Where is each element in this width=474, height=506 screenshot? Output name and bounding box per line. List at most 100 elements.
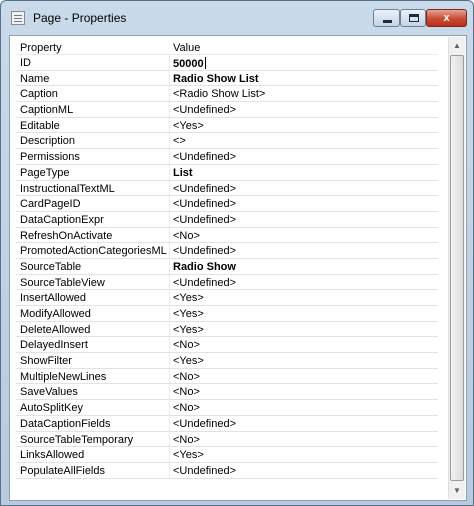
property-value[interactable]: <No> xyxy=(173,371,200,383)
property-value[interactable]: <No> xyxy=(173,402,200,414)
property-row[interactable]: DataCaptionExpr <Undefined> xyxy=(16,211,438,228)
property-value-text: <No> xyxy=(173,229,200,242)
property-value-text: <Undefined> xyxy=(173,198,236,211)
property-value[interactable]: <Yes> xyxy=(173,308,204,320)
title-bar[interactable]: Page - Properties x xyxy=(1,1,473,34)
properties-window-icon[interactable] xyxy=(11,11,25,25)
property-row[interactable]: InstructionalTextML <Undefined> xyxy=(16,180,438,197)
property-name: DataCaptionExpr xyxy=(20,213,104,226)
property-row[interactable]: InsertAllowed <Yes> xyxy=(16,290,438,306)
column-divider xyxy=(169,211,170,227)
column-header-property[interactable]: Property xyxy=(20,42,62,54)
minimize-button[interactable] xyxy=(373,9,400,27)
property-value-text: <No> xyxy=(173,370,200,383)
property-value[interactable]: <Radio Show List> xyxy=(173,88,265,100)
property-value[interactable]: <Yes> xyxy=(173,292,204,304)
column-divider xyxy=(169,274,170,290)
property-value-text: <Undefined> xyxy=(173,182,236,195)
property-row[interactable]: Caption <Radio Show List> xyxy=(16,86,438,103)
property-row[interactable]: PromotedActionCategoriesML <Undefined> xyxy=(16,243,438,259)
property-row[interactable]: DelayedInsert <No> xyxy=(16,337,438,354)
property-row[interactable]: PopulateAllFields <Undefined> xyxy=(16,462,438,479)
property-row[interactable]: MultipleNewLines <No> xyxy=(16,368,438,385)
column-divider xyxy=(169,415,170,431)
property-row[interactable]: PageType List xyxy=(16,164,438,181)
property-value-text: <Yes> xyxy=(173,292,204,305)
property-row[interactable]: DeleteAllowed <Yes> xyxy=(16,321,438,338)
maximize-icon xyxy=(409,14,419,22)
property-value[interactable]: <Yes> xyxy=(173,324,204,336)
property-row[interactable]: ID 50000 xyxy=(16,55,438,71)
vertical-scrollbar[interactable]: ▲ ▼ xyxy=(448,37,465,499)
column-divider xyxy=(169,462,170,478)
property-value[interactable]: <Undefined> xyxy=(173,277,236,289)
property-value[interactable]: <Undefined> xyxy=(173,465,236,477)
property-row[interactable]: Editable <Yes> xyxy=(16,117,438,134)
property-value-text: Radio Show List xyxy=(173,72,259,85)
property-value-text: <Undefined> xyxy=(173,213,236,226)
close-button[interactable]: x xyxy=(426,9,467,27)
column-divider xyxy=(169,86,170,102)
property-name: Editable xyxy=(20,119,60,132)
property-value-text: 50000 xyxy=(173,58,204,70)
property-value-text: <Undefined> xyxy=(173,245,236,258)
property-value-text: <Yes> xyxy=(173,308,204,320)
property-value[interactable]: Radio Show List xyxy=(173,73,259,85)
property-row[interactable]: ShowFilter <Yes> xyxy=(16,353,438,369)
column-divider xyxy=(169,290,170,305)
scroll-up-arrow-icon[interactable]: ▲ xyxy=(449,37,465,54)
property-value[interactable]: <No> xyxy=(173,386,200,398)
property-row[interactable]: SaveValues <No> xyxy=(16,384,438,401)
property-name: Name xyxy=(20,72,50,85)
property-value[interactable]: <Yes> xyxy=(173,355,204,367)
property-value[interactable]: <Undefined> xyxy=(173,104,236,116)
column-divider xyxy=(169,400,170,415)
maximize-button[interactable] xyxy=(400,9,426,27)
property-row[interactable]: CardPageID <Undefined> xyxy=(16,196,438,212)
column-divider xyxy=(169,384,170,400)
property-row[interactable]: SourceTableView <Undefined> xyxy=(16,274,438,291)
property-value[interactable]: <No> xyxy=(173,230,200,242)
property-value[interactable]: <Undefined> xyxy=(173,418,236,430)
property-value[interactable]: <Yes> xyxy=(173,449,204,461)
property-value[interactable]: <Undefined> xyxy=(173,198,236,210)
property-row[interactable]: Permissions <Undefined> xyxy=(16,149,438,165)
property-row[interactable]: ModifyAllowed <Yes> xyxy=(16,306,438,322)
property-name: PageType xyxy=(20,166,70,179)
property-row[interactable]: AutoSplitKey <No> xyxy=(16,400,438,416)
properties-grid: Property Value ID 50000 Name Radio Show Lis… xyxy=(16,40,438,479)
property-value[interactable]: <Undefined> xyxy=(173,214,236,226)
property-row[interactable]: CaptionML <Undefined> xyxy=(16,102,438,118)
property-value[interactable]: <Undefined> xyxy=(173,151,236,163)
property-value[interactable]: <> xyxy=(173,135,186,147)
property-value[interactable]: <Undefined> xyxy=(173,245,236,257)
property-name: SourceTableView xyxy=(20,276,105,289)
property-row[interactable]: SourceTable Radio Show xyxy=(16,258,438,275)
property-value-text: <Undefined> xyxy=(173,417,236,430)
column-divider xyxy=(169,368,170,384)
grid-header: Property Value xyxy=(16,40,438,55)
property-value[interactable]: <Yes> xyxy=(173,120,204,132)
property-value[interactable]: <No> xyxy=(173,339,200,351)
property-value[interactable]: List xyxy=(173,167,193,179)
property-name: AutoSplitKey xyxy=(20,402,83,415)
property-row[interactable]: DataCaptionFields <Undefined> xyxy=(16,415,438,432)
column-header-value[interactable]: Value xyxy=(173,42,200,54)
property-row[interactable]: LinksAllowed <Yes> xyxy=(16,447,438,463)
column-divider xyxy=(169,353,170,368)
scrollbar-thumb[interactable] xyxy=(450,55,464,481)
column-divider xyxy=(169,196,170,211)
property-name: ID xyxy=(20,57,31,69)
property-value-text: <Yes> xyxy=(173,323,204,336)
property-value[interactable]: Radio Show xyxy=(173,261,236,273)
property-row[interactable]: SourceTableTemporary <No> xyxy=(16,431,438,448)
property-row[interactable]: Name Radio Show List xyxy=(16,70,438,87)
scroll-down-arrow-icon[interactable]: ▼ xyxy=(449,482,465,499)
property-name: InstructionalTextML xyxy=(20,182,115,195)
property-value-text: List xyxy=(173,166,193,179)
property-value[interactable]: 50000 xyxy=(173,57,206,70)
property-row[interactable]: Description <> xyxy=(16,133,438,150)
property-value[interactable]: <No> xyxy=(173,434,200,446)
property-row[interactable]: RefreshOnActivate <No> xyxy=(16,227,438,244)
property-value[interactable]: <Undefined> xyxy=(173,183,236,195)
